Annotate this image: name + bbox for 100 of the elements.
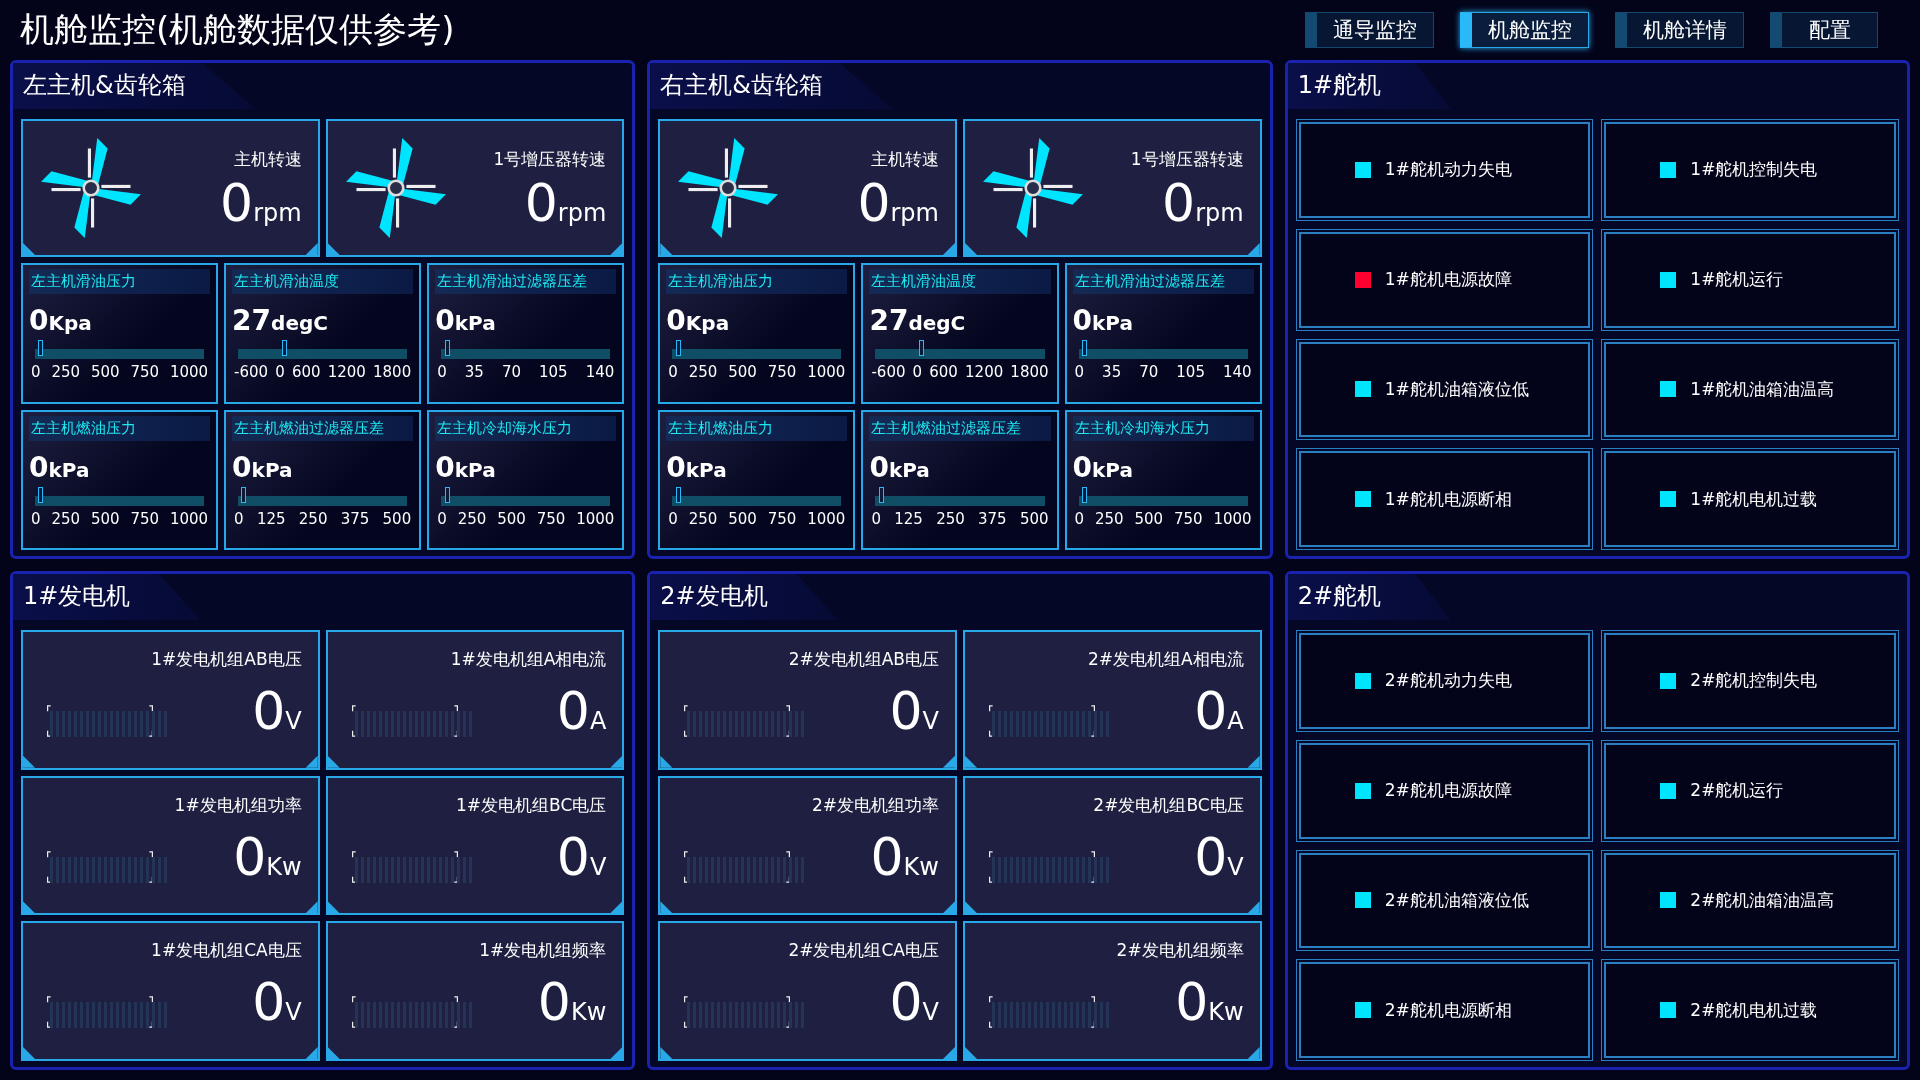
- alarm-label: 2#舵机油箱液位低: [1384, 888, 1529, 912]
- page-title: 机舱监控(机舱数据仅供参考): [20, 8, 455, 51]
- meter-value: 0: [233, 830, 267, 883]
- gauge-value: 27: [869, 304, 909, 337]
- meter-value: 0: [252, 976, 286, 1029]
- tick-label: 250: [688, 509, 718, 528]
- tick-label: 70: [501, 363, 521, 381]
- meter-unit: Kw: [570, 998, 607, 1027]
- alarm-label: 2#舵机运行: [1690, 779, 1784, 803]
- tick-label: -600: [871, 363, 906, 381]
- panel-title: 2#舵机: [1287, 574, 1452, 620]
- gauge-value: 0: [435, 450, 455, 484]
- meter-value: 0: [1194, 685, 1228, 737]
- gauge-value: 0: [232, 450, 252, 484]
- gauge-unit: kPa: [685, 457, 727, 482]
- tick-label: 1000: [807, 509, 846, 528]
- gauge-title: 左主机冷却海水压力: [1072, 415, 1254, 441]
- gauge-value: 0: [29, 304, 49, 337]
- nav-tab[interactable]: 配置: [1770, 12, 1878, 48]
- tick-label: 750: [767, 509, 797, 528]
- gauge-unit: Kpa: [48, 311, 92, 335]
- alarm-label: 2#舵机电源断相: [1384, 998, 1512, 1022]
- meter-value: 0: [1175, 976, 1209, 1029]
- meter-label: 1#发电机组功率: [174, 793, 302, 817]
- speed-value: 0: [1162, 176, 1196, 229]
- nav-tab[interactable]: 机舱详情: [1615, 12, 1744, 48]
- tick-label: 0: [275, 363, 285, 381]
- gauge-title: 左主机滑油压力: [29, 269, 211, 294]
- tick-label: 1000: [576, 509, 615, 528]
- gauge-unit: kPa: [454, 457, 496, 482]
- gauge-value: 27: [232, 304, 272, 337]
- tick-label: 500: [497, 509, 526, 528]
- alarm-label: 1#舵机油箱油温高: [1690, 377, 1835, 401]
- tick-label: 750: [130, 363, 160, 381]
- gauge-unit: kPa: [1092, 311, 1133, 335]
- alarm-label: 2#舵机油箱油温高: [1690, 888, 1835, 912]
- gauge-title: 左主机滑油温度: [232, 269, 414, 294]
- bracket-frame-icon: [351, 996, 458, 1029]
- tick-label: 0: [871, 509, 881, 528]
- bracket-frame-icon: [47, 705, 153, 737]
- tick-label: 0: [668, 509, 678, 528]
- panel-title: 2#发电机: [650, 574, 838, 620]
- tick-label: 250: [457, 509, 487, 528]
- meter-value: 0: [889, 976, 923, 1029]
- gauge-unit: Kpa: [685, 311, 730, 335]
- meter-unit: A: [1227, 707, 1244, 735]
- bracket-frame-icon: [684, 705, 791, 737]
- gauge-value: 0: [435, 304, 455, 337]
- tick-label: 0: [31, 363, 41, 381]
- tick-label: 70: [1139, 363, 1159, 381]
- tick-label: 750: [130, 509, 160, 528]
- tick-label: 750: [1173, 509, 1203, 528]
- bracket-frame-icon: [684, 996, 791, 1029]
- meter-value: 0: [556, 685, 590, 737]
- meter-unit: V: [922, 707, 939, 735]
- tick-label: 1000: [807, 363, 846, 381]
- alarm-label: 2#舵机电源故障: [1384, 779, 1512, 803]
- tick-label: 250: [51, 509, 81, 528]
- alarm-label: 1#舵机电机过载: [1690, 487, 1818, 511]
- bracket-frame-icon: [989, 850, 1095, 883]
- tick-label: 0: [437, 363, 447, 381]
- meter-unit: Kw: [903, 852, 939, 881]
- tick-label: 1000: [169, 363, 209, 381]
- gauge-title: 左主机燃油过滤器压差: [232, 415, 414, 441]
- tick-label: 500: [382, 509, 412, 528]
- tick-label: 250: [688, 363, 718, 381]
- gauge-value: 0: [29, 450, 49, 484]
- meter-unit: V: [922, 998, 939, 1027]
- tick-label: 0: [912, 363, 923, 381]
- meter-value: 0: [537, 976, 571, 1029]
- alarm-label: 2#舵机控制失电: [1690, 669, 1818, 693]
- gauge-value: 0: [666, 304, 686, 337]
- tick-label: 250: [51, 363, 81, 381]
- gauge-unit: kPa: [888, 457, 930, 482]
- meter-label: 2#发电机组频率: [1116, 939, 1244, 963]
- tick-label: 0: [437, 509, 447, 528]
- gauge-unit: kPa: [1092, 457, 1133, 482]
- alarm-label: 1#舵机电源断相: [1384, 487, 1512, 511]
- tick-label: 600: [929, 363, 958, 381]
- meter-unit: V: [285, 707, 302, 735]
- speed-label: 主机转速: [233, 147, 302, 171]
- speed-value: 0: [524, 176, 558, 229]
- tick-label: 500: [728, 509, 757, 528]
- meter-unit: V: [1227, 852, 1244, 881]
- tick-label: 140: [585, 363, 615, 381]
- alarm-label: 1#舵机动力失电: [1384, 158, 1512, 182]
- bracket-frame-icon: [684, 850, 791, 883]
- nav-tab[interactable]: 机舱监控: [1460, 12, 1589, 48]
- meter-unit: A: [589, 707, 607, 735]
- gauge-title: 左主机滑油过滤器压差: [1072, 269, 1254, 294]
- tick-label: 500: [1019, 509, 1049, 528]
- meter-value: 0: [1194, 830, 1228, 883]
- tick-label: 35: [1102, 363, 1122, 381]
- meter-unit: Kw: [266, 852, 302, 881]
- gauge-title: 左主机燃油压力: [29, 415, 211, 441]
- alarm-label: 1#舵机油箱液位低: [1384, 377, 1529, 401]
- gauge-value: 0: [1072, 304, 1093, 337]
- meter-label: 2#发电机组功率: [811, 793, 939, 817]
- tick-label: 0: [1074, 363, 1085, 381]
- nav-tab[interactable]: 通导监控: [1305, 12, 1434, 48]
